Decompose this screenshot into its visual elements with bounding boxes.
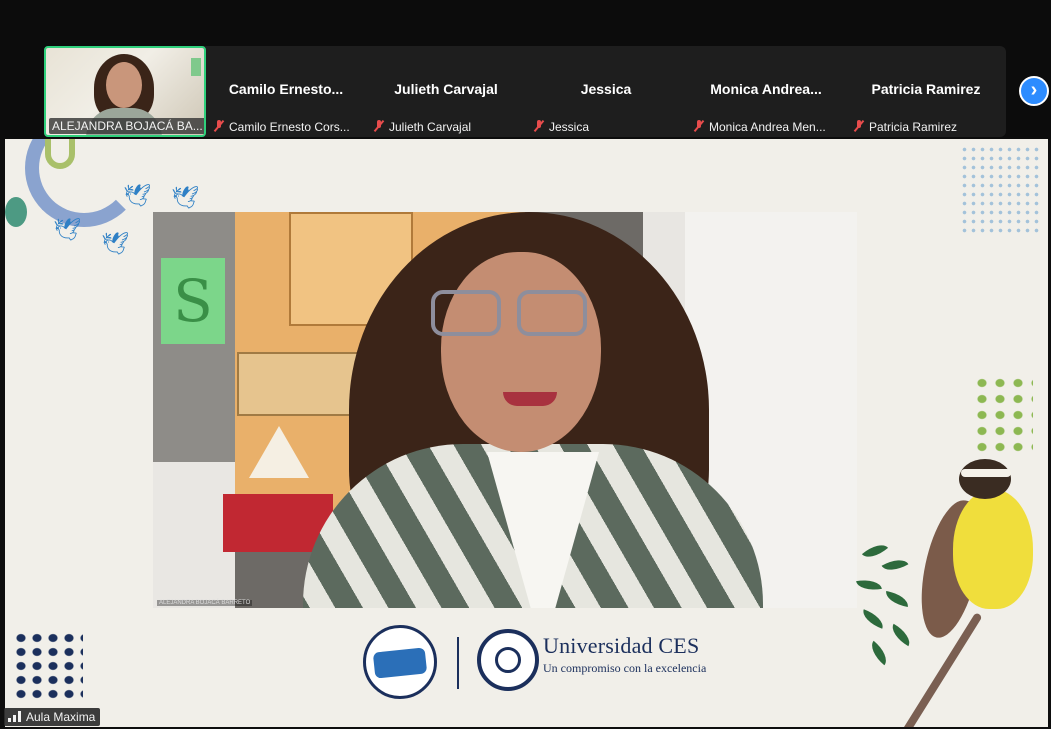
university-logos: Universidad CES Un compromiso con la exc… [361, 623, 706, 703]
decor-arc-green [45, 139, 75, 169]
participant-display-name: Camilo Ernesto... [228, 81, 344, 97]
decor-dots-dark [13, 631, 83, 701]
university-seal [477, 629, 539, 691]
participant-tile[interactable]: Julieth Carvajal Julieth Carvajal [366, 46, 526, 137]
speaker-video[interactable]: S ALEJANDRA BOJACÁ BARRETO [153, 212, 857, 608]
next-page-button[interactable]: › [1019, 76, 1049, 106]
participant-tile[interactable]: Camilo Ernesto... Camilo Ernesto Cors... [206, 46, 366, 137]
bird-silhouette-icon: 🕊 [123, 183, 151, 208]
participant-name-label: Patricia Ramirez [850, 119, 962, 135]
bird-silhouette-icon: 🕊 [53, 217, 81, 242]
participant-tile[interactable]: Monica Andrea... Monica Andrea Men... [686, 46, 846, 137]
bird-silhouette-icon: 🕊 [101, 231, 129, 256]
bird-silhouette-icon: 🕊 [171, 185, 199, 210]
participant-name-label: ALEJANDRA BOJACÁ BA... [49, 118, 204, 134]
participant-display-name: Julieth Carvajal [394, 81, 498, 97]
mic-muted-icon [533, 120, 545, 132]
participant-name-label: Julieth Carvajal [370, 119, 476, 135]
mic-muted-icon [213, 120, 225, 132]
sticky-note: S [161, 258, 225, 344]
mic-muted-icon [373, 120, 385, 132]
decor-dots-green [973, 375, 1033, 455]
participant-tile[interactable]: Patricia Ramirez Patricia Ramirez [846, 46, 1006, 137]
accreditation-seal [363, 625, 437, 699]
decor-blob [5, 197, 27, 227]
mic-muted-icon [853, 120, 865, 132]
participant-name-label: Monica Andrea Men... [690, 119, 830, 135]
decor-dots [960, 145, 1040, 235]
chevron-right-icon: › [1030, 79, 1038, 101]
participant-display-name: Jessica [580, 81, 632, 97]
room-name-badge: Aula Maxima [4, 708, 101, 726]
shared-stage: 🕊 🕊 🕊 🕊 S ALEJANDRA BOJACÁ BARRETO Unive… [5, 139, 1048, 727]
video-name-label: ALEJANDRA BOJACÁ BARRETO [157, 600, 253, 606]
bird-illustration [911, 459, 1035, 659]
university-name: Universidad CES [543, 633, 700, 658]
participant-tile-active-speaker[interactable]: ALEJANDRA BOJACÁ BA... [44, 46, 206, 137]
mic-muted-icon [693, 120, 705, 132]
participant-tile[interactable]: Jessica Jessica [526, 46, 686, 137]
participant-display-name: Monica Andrea... [710, 81, 822, 97]
university-tagline: Un compromiso con la excelencia [543, 661, 707, 675]
participant-name-label: Camilo Ernesto Cors... [210, 119, 354, 135]
signal-bars-icon [8, 711, 22, 722]
participant-display-name: Patricia Ramirez [871, 81, 981, 97]
participant-name-label: Jessica [530, 119, 594, 135]
